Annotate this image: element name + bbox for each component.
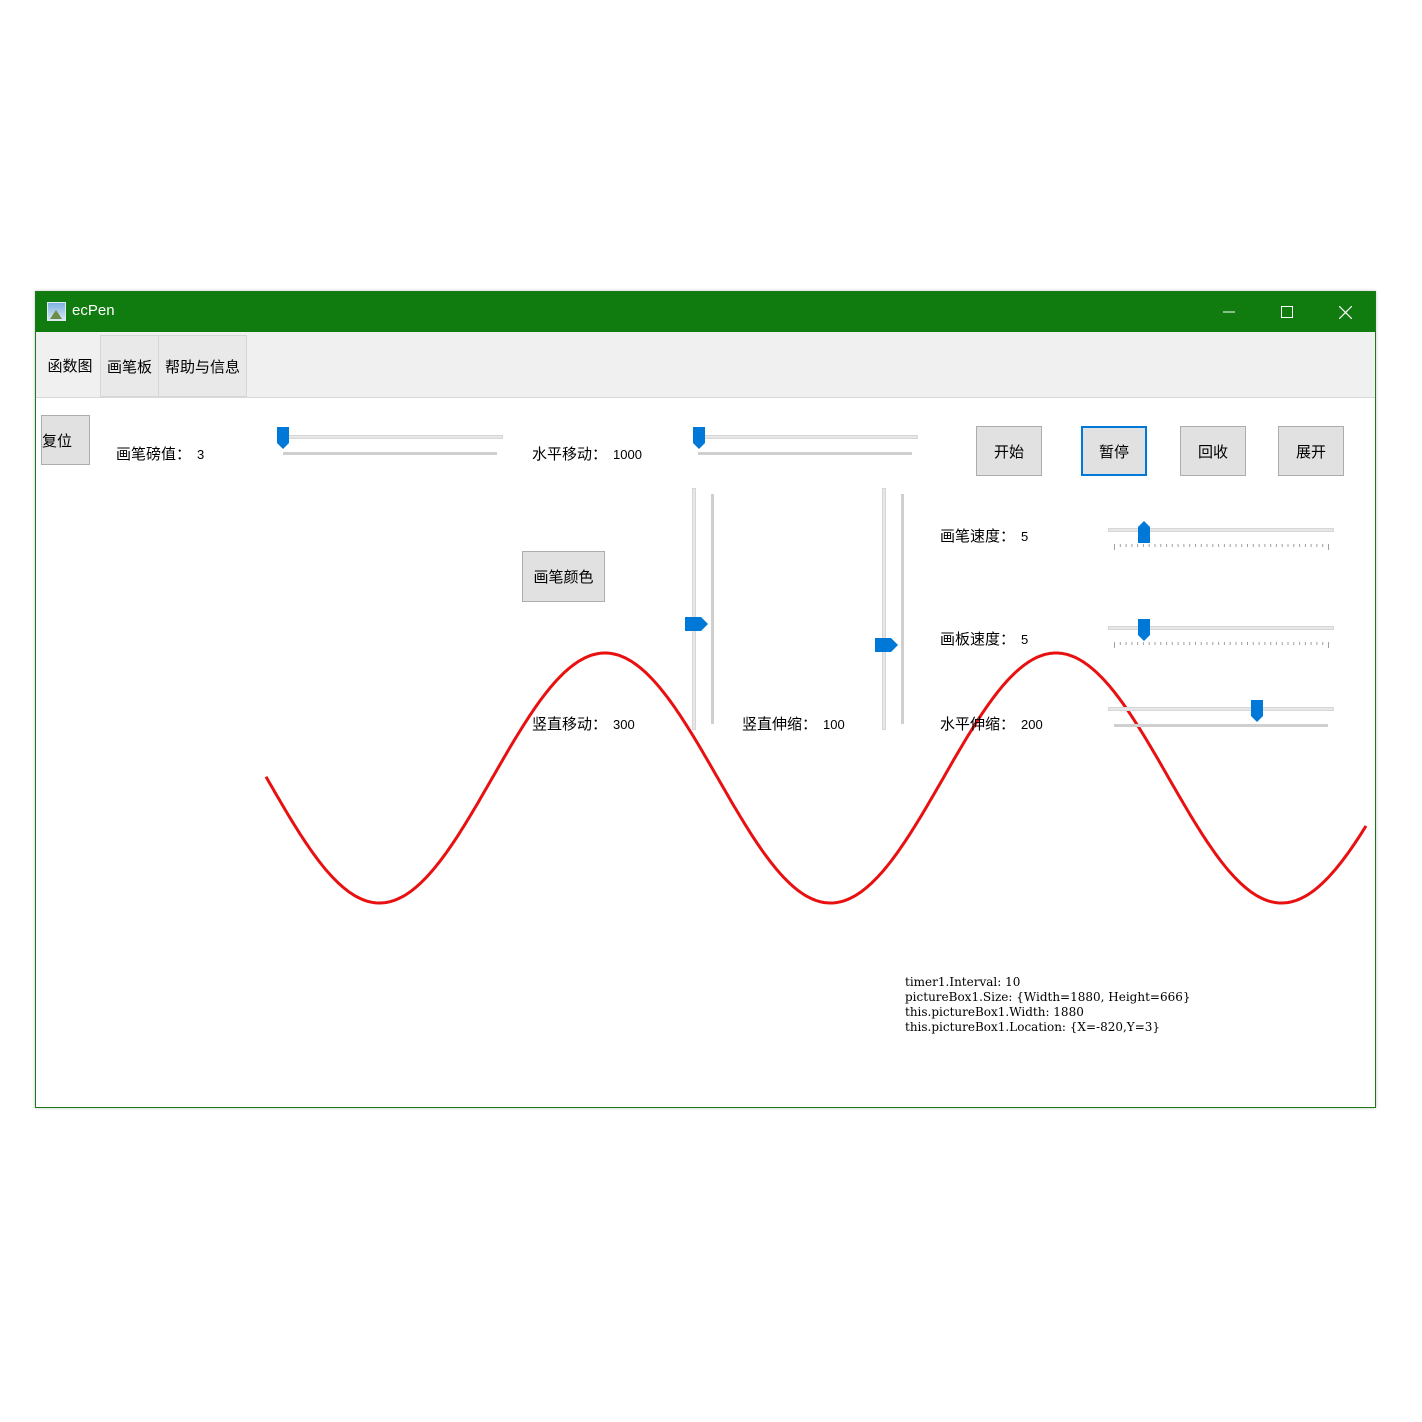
vertical-move-slider-thumb[interactable]	[684, 616, 710, 632]
horizontal-move-value: 1000	[613, 447, 642, 462]
debug-info: timer1.Interval: 10 pictureBox1.Size: {Wi…	[905, 975, 1191, 1035]
tab-pen-board[interactable]: 画笔板	[100, 335, 159, 397]
app-icon	[47, 302, 66, 321]
minimize-icon	[1223, 306, 1235, 318]
pen-speed-label: 画笔速度： 5	[940, 527, 1029, 545]
collapse-button[interactable]: 回收	[1180, 426, 1246, 476]
horizontal-move-tick-line	[698, 452, 912, 455]
vertical-move-tick-line	[711, 494, 714, 724]
window-title: ecPen	[72, 302, 115, 319]
close-button[interactable]	[1316, 292, 1374, 332]
tab-bar: 函数图 画笔板 帮助与信息	[36, 332, 1375, 398]
minimize-button[interactable]	[1200, 292, 1258, 332]
vertical-move-value: 300	[613, 717, 635, 732]
reset-button[interactable]: 复位	[41, 415, 90, 465]
debug-info-line: this.pictureBox1.Location: {X=-820,Y=3}	[905, 1020, 1161, 1034]
pen-speed-ticks	[1114, 544, 1329, 550]
pen-weight-label: 画笔磅值： 3	[116, 445, 205, 463]
vertical-stretch-tick-line	[901, 494, 904, 724]
vertical-stretch-slider-thumb[interactable]	[874, 637, 900, 653]
app-window: ecPen 函数图 画笔板 帮助与信息 复位 画笔磅值： 3 水平移动： 1000 …	[35, 291, 1376, 1108]
vertical-move-track	[692, 488, 696, 730]
vertical-stretch-value: 100	[823, 717, 845, 732]
debug-info-line: timer1.Interval: 10	[905, 975, 1021, 989]
horizontal-stretch-value: 200	[1021, 717, 1043, 732]
title-bar[interactable]: ecPen	[36, 292, 1375, 332]
start-button[interactable]: 开始	[976, 426, 1042, 476]
maximize-button[interactable]	[1258, 292, 1316, 332]
vertical-move-label: 竖直移动： 300	[532, 715, 635, 733]
horizontal-move-label: 水平移动： 1000	[532, 445, 642, 463]
pen-speed-slider-thumb[interactable]	[1137, 520, 1151, 544]
tab-help-info[interactable]: 帮助与信息	[158, 335, 247, 397]
pen-weight-track	[283, 435, 503, 439]
board-speed-ticks	[1114, 642, 1329, 648]
tab-function-graph[interactable]: 函数图	[39, 332, 101, 398]
horizontal-stretch-label: 水平伸缩： 200	[940, 715, 1043, 733]
vertical-stretch-label: 竖直伸缩： 100	[742, 715, 845, 733]
close-icon	[1338, 305, 1352, 319]
function-graph-panel: 复位 画笔磅值： 3 水平移动： 1000 开始 暂停 回收 展开 画笔颜色 画笔速…	[36, 398, 1375, 1107]
sine-curve	[264, 651, 1368, 905]
pen-weight-slider-thumb[interactable]	[276, 426, 290, 450]
pen-weight-tick-line	[283, 452, 497, 455]
horizontal-stretch-track	[1108, 707, 1334, 711]
expand-button[interactable]: 展开	[1278, 426, 1344, 476]
pen-speed-value: 5	[1021, 529, 1029, 544]
debug-info-line: pictureBox1.Size: {Width=1880, Height=66…	[905, 990, 1191, 1004]
horizontal-move-slider-thumb[interactable]	[692, 426, 706, 450]
vertical-stretch-track	[882, 488, 886, 730]
horizontal-move-track	[698, 435, 918, 439]
horizontal-stretch-tick-line	[1114, 724, 1328, 727]
maximize-icon	[1281, 306, 1293, 318]
board-speed-label: 画板速度： 5	[940, 630, 1029, 648]
debug-info-line: this.pictureBox1.Width: 1880	[905, 1005, 1084, 1019]
pause-button[interactable]: 暂停	[1081, 426, 1147, 476]
pen-color-button[interactable]: 画笔颜色	[522, 551, 605, 602]
board-speed-value: 5	[1021, 632, 1029, 647]
board-speed-slider-thumb[interactable]	[1137, 618, 1151, 642]
horizontal-stretch-slider-thumb[interactable]	[1250, 699, 1264, 723]
pen-weight-value: 3	[197, 447, 205, 462]
